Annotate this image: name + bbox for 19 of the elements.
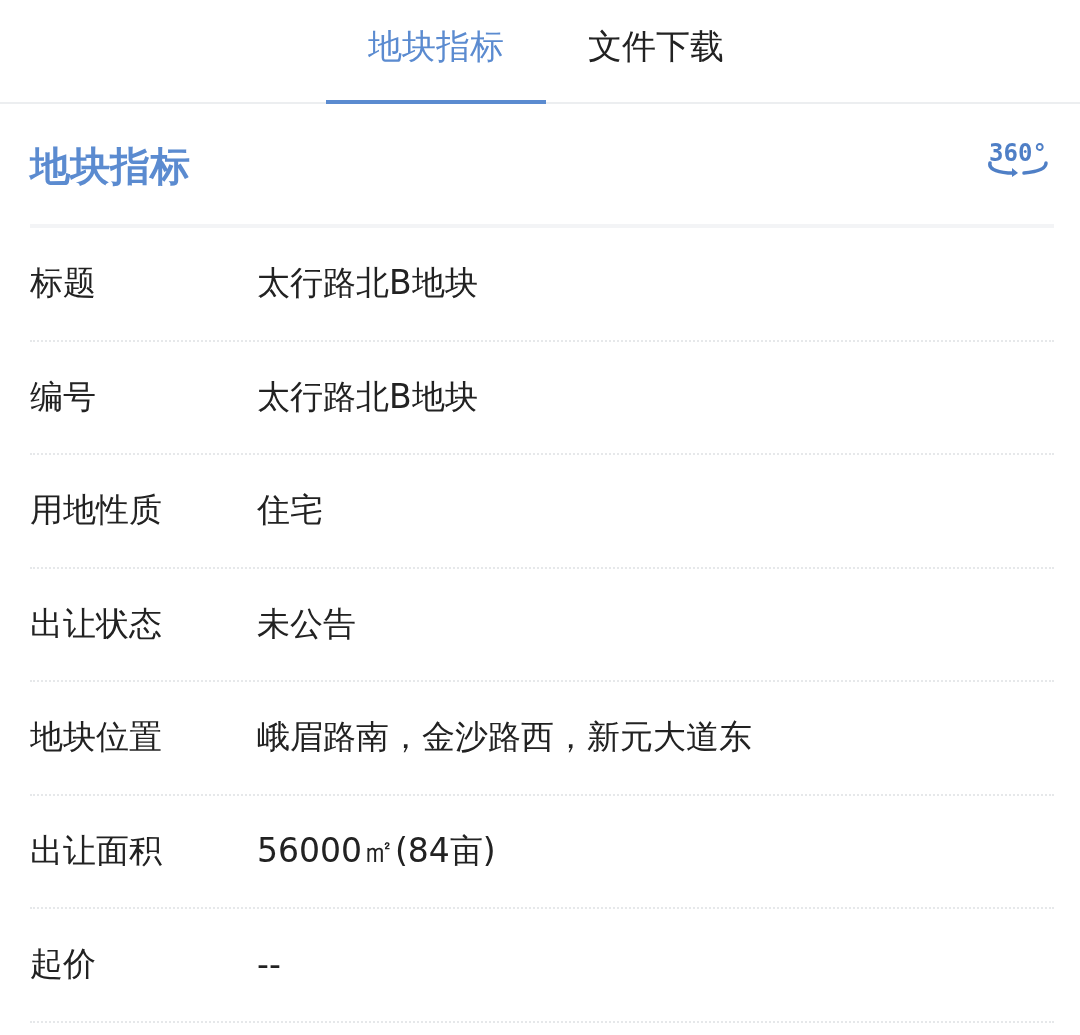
field-label: 标题 [30,262,97,305]
rotate-arrow-icon [986,161,1050,177]
field-value: 太行路北B地块 [257,375,478,418]
field-label: 编号 [30,375,97,418]
section-title: 地块指标 [30,141,190,191]
panorama-button[interactable]: 360° [986,141,1050,177]
field-value: 未公告 [257,602,356,645]
field-label: 地块位置 [30,716,163,759]
tab[interactable]: 地块指标 [326,0,546,104]
field-value: 住宅 [257,489,323,532]
field-value: 56000㎡(84亩) [257,829,496,872]
field-label: 用地性质 [30,489,163,532]
field-label: 出让面积 [30,829,163,872]
field-label: 出让状态 [30,602,163,645]
field-value: 太行路北B地块 [257,262,478,305]
field-value: -- [257,945,281,985]
field-label: 起价 [30,943,97,986]
field-value: 峨眉路南，金沙路西，新元大道东 [257,716,752,759]
tab[interactable]: 文件下载 [546,0,766,104]
